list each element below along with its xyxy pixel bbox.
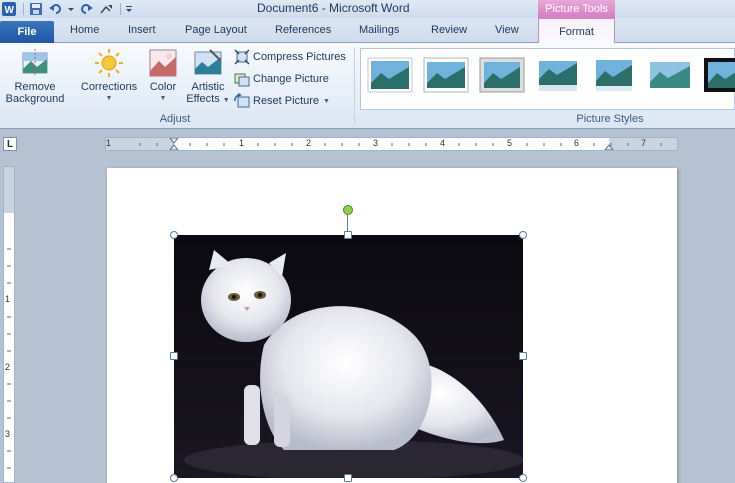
tab-mailings[interactable]: Mailings bbox=[359, 24, 399, 36]
ribbon: Remove Background Corrections ▼ Color ▼ bbox=[0, 43, 735, 129]
picture-styles-gallery bbox=[360, 48, 735, 110]
tab-view[interactable]: View bbox=[495, 24, 519, 36]
ruler-number: 6 bbox=[574, 138, 580, 148]
artistic-effects-label-line2: Effects ▼ bbox=[186, 93, 229, 107]
compress-pictures-label: Compress Pictures bbox=[253, 51, 346, 63]
remove-background-label-line1: Remove bbox=[14, 81, 56, 93]
artistic-effects-icon bbox=[194, 49, 222, 75]
chevron-down-icon: ▼ bbox=[323, 97, 330, 105]
resize-handle-top-left[interactable] bbox=[170, 231, 178, 239]
remove-background-button[interactable]: Remove Background bbox=[2, 47, 68, 105]
tab-references[interactable]: References bbox=[275, 24, 331, 36]
tab-review[interactable]: Review bbox=[431, 24, 467, 36]
resize-handle-bottom-right[interactable] bbox=[519, 474, 527, 482]
resize-handle-top-right[interactable] bbox=[519, 231, 527, 239]
tab-selector-button[interactable]: L bbox=[3, 137, 17, 151]
ruler-number: 1 bbox=[239, 138, 245, 148]
corrections-label: Corrections bbox=[80, 81, 138, 93]
color-button[interactable]: Color ▼ bbox=[144, 47, 182, 105]
color-palette-icon bbox=[149, 49, 177, 77]
ruler-number: 2 bbox=[5, 362, 11, 372]
ruler-number: 7 bbox=[641, 138, 647, 148]
chevron-down-icon: ▼ bbox=[159, 95, 167, 102]
picture-style-thumb[interactable] bbox=[591, 57, 637, 93]
picture-style-thumb[interactable] bbox=[479, 57, 525, 93]
quick-access-toolbar: W bbox=[0, 0, 136, 18]
undo-icon[interactable] bbox=[47, 1, 65, 17]
ruler-number: 3 bbox=[5, 429, 11, 439]
tab-insert[interactable]: Insert bbox=[128, 24, 156, 36]
resize-handle-top[interactable] bbox=[344, 231, 352, 239]
compress-pictures-icon bbox=[234, 49, 250, 65]
resize-handle-left[interactable] bbox=[170, 352, 178, 360]
picture-tools-context-label: Picture Tools bbox=[538, 0, 615, 18]
redo-icon[interactable] bbox=[77, 1, 95, 17]
ribbon-tabs: File Home Insert Page Layout References … bbox=[0, 18, 735, 44]
repeat-icon[interactable] bbox=[97, 1, 115, 17]
artistic-effects-button[interactable]: Artistic Effects ▼ bbox=[184, 47, 232, 107]
tab-home[interactable]: Home bbox=[70, 24, 99, 36]
artistic-effects-label-line1: Artistic bbox=[191, 81, 225, 93]
reset-picture-label: Reset Picture bbox=[253, 95, 320, 107]
word-logo-icon[interactable]: W bbox=[0, 1, 18, 17]
tab-page-layout[interactable]: Page Layout bbox=[185, 24, 247, 36]
change-picture-icon bbox=[234, 73, 250, 87]
resize-handle-right[interactable] bbox=[519, 352, 527, 360]
picture-style-thumb[interactable] bbox=[535, 57, 581, 93]
rotate-handle[interactable] bbox=[343, 205, 353, 215]
remove-background-icon bbox=[22, 49, 48, 77]
undo-dropdown-icon[interactable] bbox=[67, 1, 75, 17]
picture-style-thumb[interactable] bbox=[423, 57, 469, 93]
reset-picture-button[interactable]: Reset Picture ▼ bbox=[234, 93, 330, 109]
ruler-number: 3 bbox=[373, 138, 379, 148]
compress-pictures-button[interactable]: Compress Pictures bbox=[234, 49, 346, 65]
rotation-connector bbox=[347, 214, 348, 232]
ruler-number: 1 bbox=[106, 138, 112, 148]
group-separator bbox=[354, 47, 355, 125]
vertical-ruler[interactable]: 1 2 3 bbox=[3, 166, 15, 483]
sun-icon bbox=[95, 49, 123, 77]
customize-qat-icon[interactable] bbox=[124, 1, 134, 17]
window-title: Document6 - Microsoft Word bbox=[257, 1, 410, 15]
chevron-down-icon: ▼ bbox=[222, 97, 230, 104]
picture-styles-group-label: Picture Styles bbox=[576, 113, 644, 125]
ruler-number: 1 bbox=[5, 294, 11, 304]
picture-style-thumb[interactable] bbox=[703, 57, 735, 93]
ruler-number: 2 bbox=[306, 138, 312, 148]
chevron-down-icon: ▼ bbox=[105, 95, 113, 102]
qat-separator bbox=[23, 3, 24, 15]
resize-handle-bottom-left[interactable] bbox=[170, 474, 178, 482]
change-picture-button[interactable]: Change Picture bbox=[234, 71, 329, 87]
save-icon[interactable] bbox=[27, 1, 45, 17]
tab-format[interactable]: Format bbox=[538, 18, 615, 44]
svg-text:W: W bbox=[5, 5, 15, 16]
ruler-ticks bbox=[139, 138, 662, 150]
resize-handle-bottom[interactable] bbox=[344, 474, 352, 482]
corrections-button[interactable]: Corrections ▼ bbox=[78, 47, 140, 105]
remove-background-label-line2: Background bbox=[5, 93, 65, 105]
picture-style-thumb[interactable] bbox=[367, 57, 413, 93]
ruler-number: 5 bbox=[507, 138, 513, 148]
horizontal-ruler[interactable]: 1 1 2 3 4 5 6 7 bbox=[105, 137, 678, 151]
tab-file[interactable]: File bbox=[0, 21, 54, 43]
reset-picture-icon bbox=[234, 93, 250, 108]
title-bar: W Document6 - Microsoft Word Picture Too… bbox=[0, 0, 735, 18]
picture-style-thumb[interactable] bbox=[647, 57, 693, 93]
ruler-number: 4 bbox=[440, 138, 446, 148]
color-label: Color bbox=[149, 81, 177, 93]
selected-picture[interactable] bbox=[174, 235, 523, 478]
cat-image bbox=[174, 235, 523, 478]
qat-separator bbox=[120, 3, 121, 15]
change-picture-label: Change Picture bbox=[253, 73, 329, 85]
artistic-effects-label-text: Effects bbox=[186, 93, 220, 105]
adjust-group-label: Adjust bbox=[159, 113, 191, 125]
